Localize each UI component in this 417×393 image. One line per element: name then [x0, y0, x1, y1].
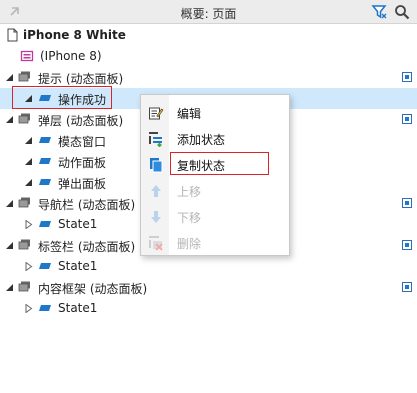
- expanded-arrow-icon[interactable]: [24, 136, 33, 145]
- tree-item-label: 提示 (动态面板): [38, 72, 124, 86]
- tree-item-label: 内容框架 (动态面板): [38, 282, 148, 296]
- page-icon: [7, 28, 18, 42]
- outline-header: 概要: 页面: [0, 0, 417, 24]
- duplicate-state-icon: [150, 158, 163, 173]
- tree-root-row[interactable]: iPhone 8 White: [0, 25, 417, 46]
- master-page-icon: [20, 50, 34, 62]
- expanded-arrow-icon[interactable]: [5, 73, 14, 82]
- tree-item-label: State1: [58, 301, 98, 315]
- menu-item-delete[interactable]: 删除: [141, 230, 291, 256]
- tree-item-label: 动作面板: [58, 156, 107, 170]
- expanded-arrow-icon[interactable]: [5, 283, 14, 292]
- edit-icon: [149, 107, 164, 120]
- highlight-box: [170, 152, 269, 175]
- tree-item-content-state1[interactable]: State1: [0, 298, 417, 319]
- menu-item-move-up[interactable]: 上移: [141, 178, 291, 204]
- state-icon: [39, 179, 51, 185]
- root-label: iPhone 8 White: [23, 28, 126, 42]
- visibility-marker[interactable]: [402, 114, 412, 124]
- tree-item-label: State1: [58, 259, 98, 273]
- menu-item-edit[interactable]: 编辑: [141, 100, 291, 126]
- page-item-label: (IPhone 8): [40, 49, 102, 63]
- visibility-marker[interactable]: [402, 240, 412, 250]
- tree-item-tip-panel[interactable]: 提示 (动态面板): [0, 67, 417, 88]
- expanded-arrow-icon[interactable]: [24, 157, 33, 166]
- menu-item-label: 上移: [177, 185, 202, 199]
- collapsed-arrow-icon[interactable]: [24, 220, 33, 229]
- menu-item-add-state[interactable]: 添加状态: [141, 126, 291, 152]
- tree-item-label: 弹出面板: [58, 177, 107, 191]
- menu-item-label: 删除: [177, 237, 202, 251]
- tree-item-label: 弹层 (动态面板): [38, 114, 124, 128]
- expanded-arrow-icon[interactable]: [24, 178, 33, 187]
- delete-icon: [149, 236, 163, 251]
- menu-item-label: 编辑: [177, 107, 202, 121]
- dynamic-panel-icon: [18, 197, 30, 208]
- filter-icon[interactable]: [371, 4, 387, 20]
- expanded-arrow-icon[interactable]: [5, 199, 14, 208]
- panel-title: 概要: 页面: [180, 7, 237, 21]
- dynamic-panel-icon: [18, 281, 30, 292]
- dynamic-panel-icon: [18, 113, 30, 124]
- move-down-icon: [151, 211, 161, 223]
- visibility-marker[interactable]: [402, 282, 412, 292]
- tree-item-label: 导航栏 (动态面板): [38, 198, 136, 212]
- collapsed-arrow-icon[interactable]: [24, 262, 33, 271]
- tree-item-label: State1: [58, 217, 98, 231]
- state-icon: [39, 158, 51, 164]
- expanded-arrow-icon[interactable]: [5, 241, 14, 250]
- menu-item-move-down[interactable]: 下移: [141, 204, 291, 230]
- add-state-icon: [149, 132, 162, 147]
- collapsed-arrow-icon[interactable]: [24, 304, 33, 313]
- tree-item-content-frame-panel[interactable]: 内容框架 (动态面板): [0, 277, 417, 298]
- tree-item-label: 标签栏 (动态面板): [38, 240, 136, 254]
- tree-item-label: 模态窗口: [58, 135, 107, 149]
- dynamic-panel-icon: [18, 71, 30, 82]
- tree-page-row[interactable]: (IPhone 8): [0, 46, 417, 67]
- state-icon: [39, 305, 51, 311]
- tree-item-tabbar-state1[interactable]: State1: [0, 256, 417, 277]
- state-icon: [39, 137, 51, 143]
- highlight-box: [12, 86, 112, 109]
- context-menu: 编辑 添加状态 复制状态 上移 下移 删除: [140, 94, 290, 256]
- state-icon: [39, 221, 51, 227]
- state-icon: [39, 263, 51, 269]
- expanded-arrow-icon[interactable]: [5, 115, 14, 124]
- visibility-marker[interactable]: [402, 198, 412, 208]
- search-icon[interactable]: [394, 4, 410, 20]
- move-up-icon: [151, 185, 161, 197]
- menu-item-label: 添加状态: [177, 133, 226, 147]
- dynamic-panel-icon: [18, 239, 30, 250]
- menu-item-label: 下移: [177, 211, 202, 225]
- visibility-marker[interactable]: [402, 72, 412, 82]
